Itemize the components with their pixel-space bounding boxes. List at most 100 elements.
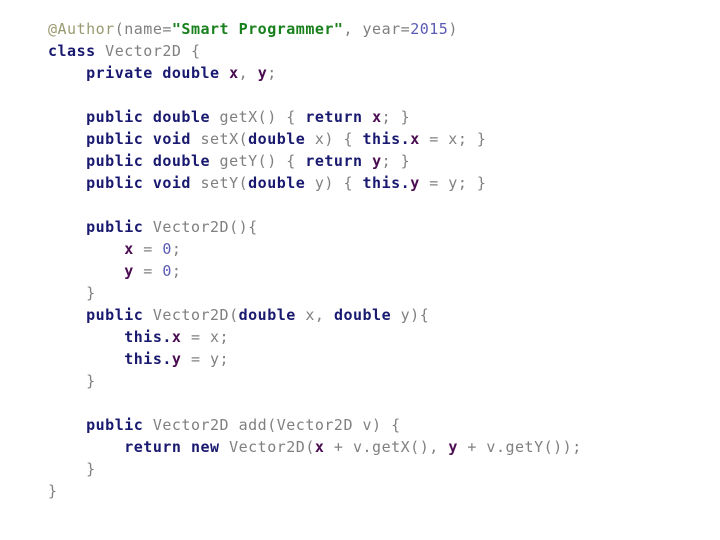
- code-token-field: y: [372, 152, 382, 170]
- code-token-keyword: private double: [86, 64, 220, 82]
- code-token-plain: ;: [171, 240, 182, 258]
- code-token-keyword: public double: [86, 108, 211, 126]
- code-line: }: [48, 480, 712, 502]
- code-token-plain: =: [133, 240, 163, 258]
- code-token-keyword: public double: [86, 152, 211, 170]
- code-token-plain: Vector2D(){: [143, 218, 258, 236]
- code-token-plain: }: [48, 482, 58, 500]
- code-token-plain: ,: [238, 64, 258, 82]
- code-token-keyword: return: [305, 152, 363, 170]
- code-token-plain: = y;: [181, 350, 230, 368]
- code-token-keyword: double: [238, 306, 296, 324]
- code-token-field: x: [410, 130, 420, 148]
- code-line: public void setX(double x) { this.x = x;…: [48, 128, 712, 150]
- code-token-plain: ; }: [381, 108, 411, 126]
- code-token-field: x: [372, 108, 382, 126]
- code-token-plain: ; }: [381, 152, 411, 170]
- code-line: this.y = y;: [48, 348, 712, 370]
- code-line: y = 0;: [48, 260, 712, 282]
- code-line: public Vector2D(double x, double y){: [48, 304, 712, 326]
- code-token-plain: Vector2D(: [219, 438, 315, 456]
- code-line: public void setY(double y) { this.y = y;…: [48, 172, 712, 194]
- code-token-annotation: @Author: [48, 20, 115, 38]
- code-token-plain: getY() {: [210, 152, 306, 170]
- code-line: class Vector2D {: [48, 40, 712, 62]
- code-token-plain: Vector2D add(Vector2D v) {: [143, 416, 401, 434]
- code-token-keyword: this.: [362, 174, 411, 192]
- code-listing: @Author(name="Smart Programmer", year=20…: [48, 18, 712, 502]
- code-token-plain: Vector2D {: [95, 42, 201, 60]
- code-token-plain: y) {: [305, 174, 363, 192]
- code-token-plain: x,: [295, 306, 334, 324]
- code-token-field: y: [448, 438, 458, 456]
- code-line: public double getY() { return y; }: [48, 150, 712, 172]
- code-token-plain: (name=: [114, 20, 172, 38]
- code-token-plain: x) {: [305, 130, 363, 148]
- code-token-plain: =: [133, 262, 163, 280]
- code-line: }: [48, 458, 712, 480]
- code-line: return new Vector2D(x + v.getX(), y + v.…: [48, 436, 712, 458]
- code-token-plain: , year=: [343, 20, 411, 38]
- code-token-plain: ;: [267, 64, 277, 82]
- code-token-plain: = x; }: [419, 130, 487, 148]
- code-line: }: [48, 370, 712, 392]
- code-token-keyword: this.: [124, 328, 172, 346]
- code-line: x = 0;: [48, 238, 712, 260]
- code-token-plain: ;: [171, 262, 182, 280]
- code-token-plain: + v.getX(),: [324, 438, 449, 456]
- code-token-plain: getX() {: [210, 108, 306, 126]
- code-line: public Vector2D(){: [48, 216, 712, 238]
- code-token-keyword: this.: [124, 350, 172, 368]
- code-token-keyword: return new: [124, 438, 220, 456]
- code-token-plain: setY(: [190, 174, 249, 192]
- code-token-keyword: public: [86, 218, 144, 236]
- code-token-field: y: [124, 262, 134, 280]
- code-token-plain: }: [86, 372, 96, 390]
- code-token-plain: ): [448, 20, 458, 38]
- code-token-keyword: double: [248, 174, 306, 192]
- code-token-field: x: [171, 328, 182, 346]
- code-token-field: x: [229, 64, 239, 82]
- code-token-number: 0: [162, 262, 172, 280]
- code-token-number: 0: [162, 240, 172, 258]
- code-token-keyword: return: [305, 108, 363, 126]
- code-line: public double getX() { return x; }: [48, 106, 712, 128]
- code-token-keyword: public: [86, 306, 144, 324]
- code-line: public Vector2D add(Vector2D v) {: [48, 414, 712, 436]
- code-token-plain: = y; }: [419, 174, 487, 192]
- code-token-plain: = x;: [181, 328, 230, 346]
- code-token-keyword: public: [86, 416, 144, 434]
- code-line: }: [48, 282, 712, 304]
- code-token-keyword: double: [333, 306, 392, 324]
- code-token-keyword: public void: [86, 130, 191, 148]
- code-token-plain: }: [86, 284, 96, 302]
- code-token-keyword: this.: [362, 130, 411, 148]
- code-token-number: 2015: [410, 20, 449, 38]
- code-token-field: x: [314, 438, 325, 456]
- code-token-keyword: class: [48, 42, 96, 60]
- code-token-keyword: public void: [86, 174, 191, 192]
- code-line: @Author(name="Smart Programmer", year=20…: [48, 18, 712, 40]
- code-token-plain: + v.getY());: [457, 438, 582, 456]
- code-token-plain: Vector2D(: [143, 306, 239, 324]
- code-token-keyword: double: [248, 130, 306, 148]
